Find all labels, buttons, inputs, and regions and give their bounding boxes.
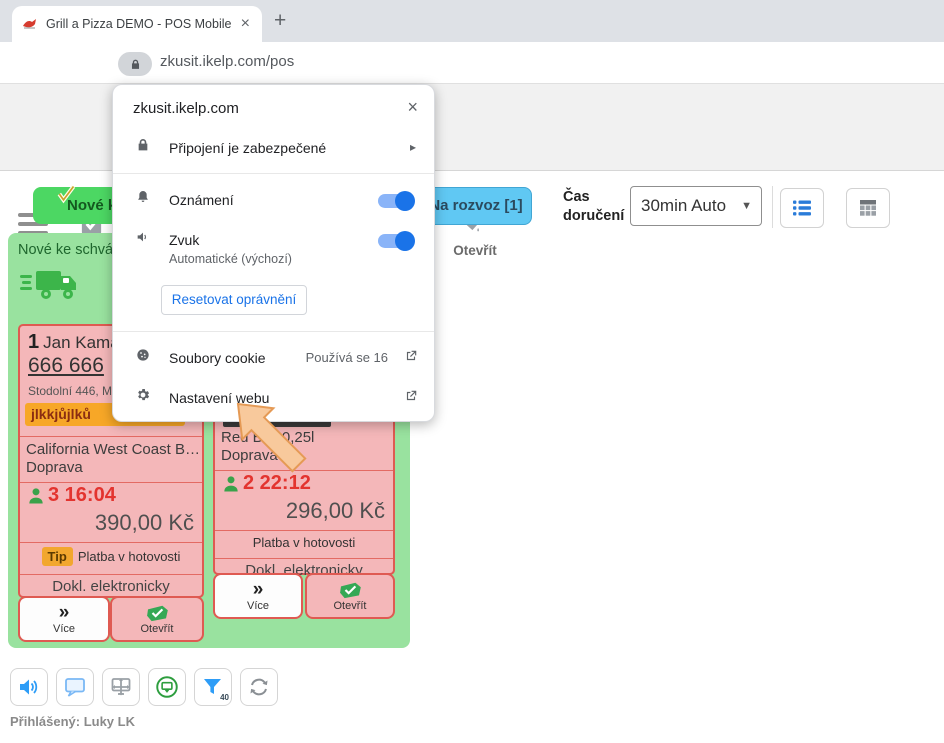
gear-icon <box>135 387 151 403</box>
order-item: California West Coast B… <box>26 441 198 458</box>
double-chevron-icon: » <box>59 603 70 622</box>
divider <box>215 558 393 559</box>
open-label: Otevřít <box>333 600 366 612</box>
notifications-row: Oznámení <box>113 185 434 217</box>
delivery-time-value: 30min Auto <box>641 196 726 215</box>
screen-move-icon <box>109 675 133 699</box>
new-tab-button[interactable]: + <box>274 9 286 33</box>
filter-count: 40 <box>220 693 229 702</box>
document-type: Dokl. elektronicky <box>20 578 202 595</box>
address-bar-url[interactable]: zkusit.ikelp.com/pos <box>160 53 294 70</box>
speaker-icon <box>135 229 151 245</box>
open-label: Otevřít <box>140 623 173 635</box>
tab-close-button[interactable]: × <box>239 16 252 32</box>
external-link-icon <box>404 349 418 363</box>
list-icon <box>790 196 814 220</box>
list-view-button[interactable] <box>780 188 824 228</box>
order-item: Doprava <box>26 459 83 476</box>
customer-name: 1Jan Kama <box>28 331 120 354</box>
delivery-button[interactable]: Na rozvoz [1] <box>420 187 532 225</box>
divider <box>113 331 434 332</box>
refresh-icon <box>247 675 271 699</box>
more-button[interactable]: » Více <box>18 596 110 642</box>
lock-icon <box>135 137 151 153</box>
sound-button[interactable] <box>10 668 48 706</box>
screen-share-icon <box>154 674 180 700</box>
sound-default-text: Automatické (výchozí) <box>169 252 292 266</box>
pointer-arrow-icon <box>216 404 326 494</box>
delivery-time-label: Čas doručení <box>563 188 627 226</box>
sound-row: Zvuk Automatické (výchozí) <box>113 225 434 271</box>
more-label: Více <box>53 623 75 635</box>
delivery-truck-icon <box>20 265 84 311</box>
logged-in-text: Přihlášený: Luky LK <box>10 714 135 729</box>
order-number: 1 <box>28 331 39 353</box>
person-icon <box>26 486 46 506</box>
refresh-button[interactable] <box>240 668 278 706</box>
connection-secure-row[interactable]: Připojení je zabezpečené ▸ <box>113 133 434 165</box>
order-price: 296,00 Kč <box>286 498 385 524</box>
double-chevron-icon: » <box>253 580 264 599</box>
screen-move-button[interactable] <box>102 668 140 706</box>
divider <box>772 186 773 228</box>
external-link-icon <box>404 389 418 403</box>
chat-bubble-icon <box>63 675 87 699</box>
order-price: 390,00 Kč <box>95 510 194 536</box>
cookies-label: Soubory cookie <box>169 350 266 366</box>
tab-title: Grill a Pizza DEMO - POS Mobile <box>46 17 239 31</box>
chevron-down-icon: ▼ <box>741 187 752 225</box>
customer-phone[interactable]: 666 666 <box>28 354 104 378</box>
toolbar-open-label: Otevřít <box>444 243 506 258</box>
divider <box>20 436 202 437</box>
speaker-icon <box>17 675 41 699</box>
divider <box>113 173 434 174</box>
more-button[interactable]: » Více <box>213 573 303 619</box>
filter-button[interactable]: 40 <box>194 668 232 706</box>
sound-label: Zvuk <box>169 232 199 248</box>
more-label: Více <box>247 600 269 612</box>
cookie-icon <box>135 347 151 363</box>
divider <box>20 482 202 483</box>
approved-check-icon <box>56 184 76 204</box>
board-title: Nové ke schvál <box>18 242 116 258</box>
lock-icon <box>129 58 142 71</box>
grid-view-button[interactable] <box>846 188 890 228</box>
check-badge-icon <box>145 604 169 622</box>
divider <box>215 530 393 531</box>
notifications-label: Oznámení <box>169 192 234 208</box>
payment-row: Platba v hotovosti <box>215 535 393 550</box>
check-badge-icon <box>338 581 362 599</box>
cookies-usage-text: Používá se 16 <box>306 350 388 365</box>
cast-button[interactable] <box>148 668 186 706</box>
tab-favicon-icon <box>22 16 38 32</box>
browser-tab[interactable]: Grill a Pizza DEMO - POS Mobile × <box>12 6 262 42</box>
open-button[interactable]: Otevřít <box>110 596 204 642</box>
cookies-row[interactable]: Soubory cookie Používá se 16 <box>113 343 434 375</box>
popup-title: zkusit.ikelp.com <box>133 100 239 117</box>
delivery-time-select[interactable]: 30min Auto ▼ <box>630 186 762 226</box>
chat-button[interactable] <box>56 668 94 706</box>
grid-icon <box>856 196 880 220</box>
site-info-popup: zkusit.ikelp.com × Připojení je zabezpeč… <box>112 84 435 422</box>
bell-icon <box>135 189 151 205</box>
chevron-right-icon: ▸ <box>410 140 416 154</box>
tip-badge: Tip <box>42 547 73 566</box>
divider <box>20 574 202 575</box>
open-button[interactable]: Otevřít <box>305 573 395 619</box>
site-info-chip[interactable] <box>118 52 152 76</box>
popup-close-button[interactable]: × <box>407 97 418 118</box>
divider <box>20 542 202 543</box>
sound-toggle[interactable] <box>378 234 412 248</box>
notifications-toggle[interactable] <box>378 194 412 208</box>
browser-window: Grill a Pizza DEMO - POS Mobile × + ← → … <box>0 0 944 743</box>
payment-row: TipPlatba v hotovosti <box>20 547 202 566</box>
reset-permissions-button[interactable]: Resetovat oprávnění <box>161 285 307 315</box>
order-time: 3 16:04 <box>48 484 116 507</box>
connection-secure-label: Připojení je zabezpečené <box>169 140 326 156</box>
tab-strip: Grill a Pizza DEMO - POS Mobile × + <box>0 0 944 42</box>
customer-address: Stodolní 446, Ma <box>28 384 119 398</box>
